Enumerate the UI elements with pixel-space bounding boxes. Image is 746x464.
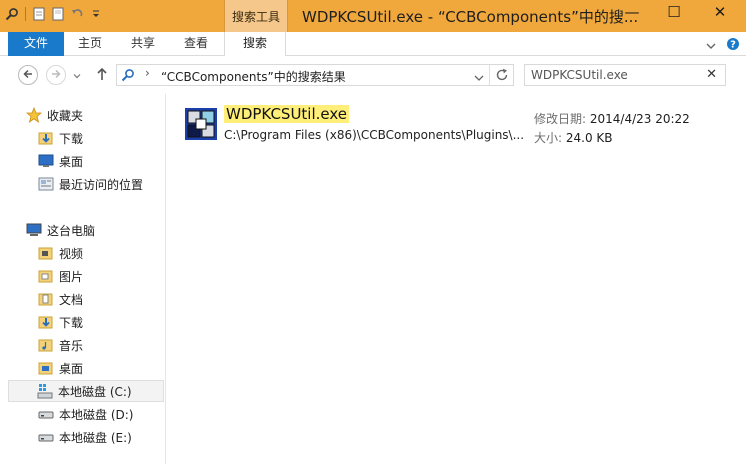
result-date-modified: 修改日期: 2014/4/23 20:22 xyxy=(534,110,690,127)
breadcrumb-separator-icon[interactable]: › xyxy=(145,66,150,80)
search-tool-icon xyxy=(4,6,20,22)
window-title: WDPKCSUtil.exe - “CCBComponents”中的搜... xyxy=(302,8,639,26)
context-tab-search-tools: 搜索工具 xyxy=(224,0,288,32)
forward-button[interactable] xyxy=(46,65,66,85)
recent-places-icon xyxy=(38,176,54,192)
address-dropdown-icon[interactable] xyxy=(474,71,484,85)
sidebar-item-downloads-fav[interactable]: 下载 xyxy=(38,127,83,149)
address-path[interactable]: “CCBComponents”中的搜索结果 xyxy=(161,68,346,85)
music-folder-icon xyxy=(38,337,54,353)
tab-file[interactable]: 文件 xyxy=(8,32,64,56)
date-label: 修改日期: xyxy=(534,112,587,126)
sidebar-item-drive-e[interactable]: 本地磁盘 (E:) xyxy=(38,426,132,448)
sidebar-item-music[interactable]: 音乐 xyxy=(38,334,83,356)
ribbon-tabs: 文件 主页 共享 查看 搜索 ? xyxy=(0,32,746,56)
quick-access-toolbar xyxy=(4,6,104,22)
sidebar-item-this-pc[interactable]: 这台电脑 xyxy=(26,219,95,241)
size-label: 大小: xyxy=(534,131,563,145)
picture-folder-icon xyxy=(38,268,54,284)
result-size: 大小: 24.0 KB xyxy=(534,129,613,146)
arrow-left-icon xyxy=(23,68,33,82)
up-arrow-icon[interactable] xyxy=(96,67,108,84)
svg-text:?: ? xyxy=(730,40,736,51)
minimize-button[interactable]: — xyxy=(611,0,653,24)
sidebar-item-recent-places[interactable]: 最近访问的位置 xyxy=(38,173,143,195)
properties-icon[interactable] xyxy=(31,6,47,22)
explorer-window: 搜索工具 WDPKCSUtil.exe - “CCBComponents”中的搜… xyxy=(0,0,746,464)
date-value: 2014/4/23 20:22 xyxy=(589,112,690,126)
drive-icon xyxy=(38,406,54,422)
close-button[interactable]: ✕ xyxy=(696,0,744,24)
tab-home[interactable]: 主页 xyxy=(78,32,102,56)
sidebar-item-pictures[interactable]: 图片 xyxy=(38,265,83,287)
sidebar-item-label: 文档 xyxy=(59,292,84,307)
size-value: 24.0 KB xyxy=(565,131,613,145)
sidebar-item-label: 图片 xyxy=(59,269,84,284)
sidebar-item-label: 收藏夹 xyxy=(47,108,84,123)
sidebar-item-videos[interactable]: 视频 xyxy=(38,242,83,264)
recent-locations-dropdown-icon[interactable] xyxy=(73,69,81,83)
computer-icon xyxy=(26,222,42,238)
sidebar-item-documents[interactable]: 文档 xyxy=(38,288,83,310)
document-folder-icon xyxy=(38,291,54,307)
sidebar-item-desktop-fav[interactable]: 桌面 xyxy=(38,150,83,172)
maximize-button[interactable]: ☐ xyxy=(653,0,695,24)
title-bar: 搜索工具 WDPKCSUtil.exe - “CCBComponents”中的搜… xyxy=(0,0,746,32)
search-location-icon xyxy=(121,68,135,85)
sidebar-item-label: 最近访问的位置 xyxy=(59,177,144,192)
tab-share[interactable]: 共享 xyxy=(131,32,155,56)
sidebar-item-desktop[interactable]: 桌面 xyxy=(38,357,83,379)
sidebar-item-label: 下载 xyxy=(59,315,84,330)
search-input[interactable]: WDPKCSUtil.exe ✕ xyxy=(524,64,726,86)
video-folder-icon xyxy=(38,245,54,261)
back-button[interactable] xyxy=(18,65,38,85)
sidebar-item-label: 视频 xyxy=(59,246,84,261)
download-folder-icon xyxy=(38,314,54,330)
tab-search[interactable]: 搜索 xyxy=(224,32,286,56)
sidebar-item-label: 本地磁盘 (C:) xyxy=(58,384,132,399)
sidebar-item-drive-d[interactable]: 本地磁盘 (D:) xyxy=(38,403,133,425)
drive-icon xyxy=(38,429,54,445)
desktop-icon xyxy=(38,153,54,169)
tab-view[interactable]: 查看 xyxy=(184,32,208,56)
sidebar-item-label: 音乐 xyxy=(59,338,84,353)
star-icon xyxy=(26,107,42,123)
executable-file-icon xyxy=(184,107,218,144)
result-file-name[interactable]: WDPKCSUtil.exe xyxy=(224,105,350,123)
customize-dropdown-icon[interactable] xyxy=(88,6,104,22)
undo-icon[interactable] xyxy=(69,6,85,22)
sidebar-item-label: 下载 xyxy=(59,131,84,146)
help-icon[interactable]: ? xyxy=(726,37,740,54)
file-list: WDPKCSUtil.exe C:\Program Files (x86)\CC… xyxy=(166,94,746,464)
sidebar-item-label: 桌面 xyxy=(59,154,84,169)
navigation-pane: 收藏夹 下载 桌面 最近访问的位置 这台电脑 视频 图片 文档 下载 音乐 桌面… xyxy=(0,94,166,464)
result-file-path: C:\Program Files (x86)\CCBComponents\Plu… xyxy=(224,128,525,142)
sidebar-item-label: 本地磁盘 (D:) xyxy=(59,407,134,422)
chevron-down-icon[interactable] xyxy=(706,39,716,53)
sidebar-item-downloads[interactable]: 下载 xyxy=(38,311,83,333)
new-folder-icon[interactable] xyxy=(50,6,66,22)
search-input-value[interactable]: WDPKCSUtil.exe xyxy=(531,68,628,82)
system-drive-icon xyxy=(37,383,53,399)
search-result-item[interactable]: WDPKCSUtil.exe C:\Program Files (x86)\CC… xyxy=(184,104,714,146)
desktop-folder-icon xyxy=(38,360,54,376)
address-bar[interactable]: › “CCBComponents”中的搜索结果 xyxy=(116,64,514,86)
sidebar-item-label: 这台电脑 xyxy=(47,223,96,238)
sidebar-item-label: 本地磁盘 (E:) xyxy=(59,430,132,445)
sidebar-item-drive-c[interactable]: 本地磁盘 (C:) xyxy=(8,380,164,402)
navigation-bar: › “CCBComponents”中的搜索结果 WDPKCSUtil.exe ✕ xyxy=(0,56,746,94)
sidebar-item-label: 桌面 xyxy=(59,361,84,376)
clear-search-icon[interactable]: ✕ xyxy=(706,67,717,82)
sidebar-item-favorites[interactable]: 收藏夹 xyxy=(26,104,83,126)
arrow-right-icon xyxy=(51,68,61,82)
download-folder-icon xyxy=(38,130,54,146)
refresh-icon[interactable] xyxy=(495,68,509,85)
